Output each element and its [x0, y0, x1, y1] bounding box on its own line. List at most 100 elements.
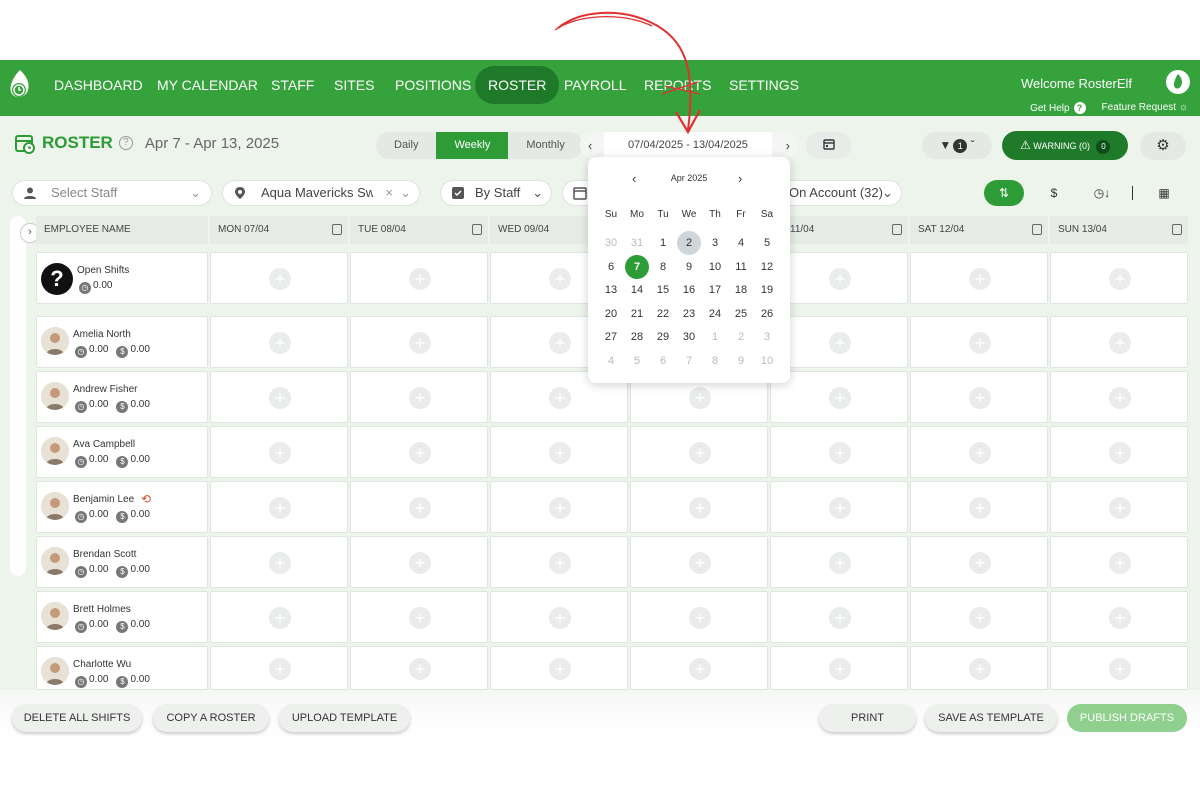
- nav-roster[interactable]: ROSTER: [475, 66, 560, 104]
- add-shift-icon[interactable]: +: [1109, 552, 1131, 574]
- add-shift-icon[interactable]: +: [409, 552, 431, 574]
- calendar-day[interactable]: 20: [599, 302, 623, 326]
- add-shift-icon[interactable]: +: [1109, 658, 1131, 680]
- add-shift-icon[interactable]: +: [549, 607, 571, 629]
- add-shift-icon[interactable]: +: [969, 442, 991, 464]
- feature-request-link[interactable]: Feature Request ☼: [1102, 102, 1188, 114]
- print-button[interactable]: PRINT: [819, 704, 916, 732]
- add-shift-icon[interactable]: +: [969, 387, 991, 409]
- shift-cell[interactable]: +: [910, 371, 1048, 423]
- calendar-day[interactable]: 25: [729, 302, 753, 326]
- add-shift-icon[interactable]: +: [969, 607, 991, 629]
- view-weekly-button[interactable]: Weekly: [436, 132, 509, 159]
- add-shift-icon[interactable]: +: [969, 658, 991, 680]
- shift-cell[interactable]: +: [490, 536, 628, 588]
- hours-sort-button[interactable]: ◷↓: [1082, 180, 1122, 206]
- shift-cell[interactable]: +: [210, 371, 348, 423]
- shift-cell[interactable]: +: [490, 646, 628, 690]
- add-shift-icon[interactable]: +: [829, 332, 851, 354]
- employee-row-label[interactable]: Andrew Fisher ◷ 0.00 $0.00: [36, 371, 208, 423]
- add-shift-icon[interactable]: +: [269, 442, 291, 464]
- nav-reports[interactable]: REPORTS: [631, 66, 724, 104]
- add-shift-icon[interactable]: +: [1109, 607, 1131, 629]
- calendar-day[interactable]: 27: [599, 325, 623, 349]
- calendar-day[interactable]: 10: [703, 255, 727, 279]
- add-shift-icon[interactable]: +: [829, 497, 851, 519]
- calendar-day[interactable]: 24: [703, 302, 727, 326]
- shift-cell[interactable]: +: [1050, 536, 1188, 588]
- nav-positions[interactable]: POSITIONS: [382, 66, 484, 104]
- nav-my-calendar[interactable]: MY CALENDAR: [144, 66, 271, 104]
- add-shift-icon[interactable]: +: [689, 497, 711, 519]
- nav-payroll[interactable]: PAYROLL: [551, 66, 640, 104]
- nav-staff[interactable]: STAFF: [258, 66, 327, 104]
- cost-toggle-button[interactable]: $: [1034, 180, 1074, 206]
- shift-cell[interactable]: +: [910, 591, 1048, 643]
- add-shift-icon[interactable]: +: [829, 552, 851, 574]
- shift-cell[interactable]: +: [210, 316, 348, 368]
- add-shift-icon[interactable]: +: [1109, 268, 1131, 290]
- shift-cell[interactable]: +: [1050, 591, 1188, 643]
- shift-cell[interactable]: +: [1050, 252, 1188, 304]
- save-template-button[interactable]: SAVE AS TEMPLATE: [925, 704, 1057, 732]
- shift-cell[interactable]: +: [210, 646, 348, 690]
- add-shift-icon[interactable]: +: [409, 268, 431, 290]
- publish-drafts-button[interactable]: PUBLISH DRAFTS: [1067, 704, 1187, 732]
- shift-cell[interactable]: +: [910, 481, 1048, 533]
- add-shift-icon[interactable]: +: [269, 497, 291, 519]
- user-avatar[interactable]: [1166, 70, 1190, 94]
- calendar-day[interactable]: 6: [599, 255, 623, 279]
- copy-day-icon[interactable]: [1032, 224, 1042, 235]
- calendar-day[interactable]: 28: [625, 325, 649, 349]
- shift-cell[interactable]: +: [770, 252, 908, 304]
- upload-template-button[interactable]: UPLOAD TEMPLATE: [279, 704, 410, 732]
- employee-row-label[interactable]: Charlotte Wu ◷ 0.00 $0.00: [36, 646, 208, 690]
- shift-cell[interactable]: +: [350, 316, 488, 368]
- employee-row-label[interactable]: Amelia North ◷ 0.00 $0.00: [36, 316, 208, 368]
- calendar-picker-button[interactable]: [806, 132, 852, 159]
- add-shift-icon[interactable]: +: [1109, 387, 1131, 409]
- shift-cell[interactable]: +: [490, 481, 628, 533]
- shift-cell[interactable]: +: [210, 481, 348, 533]
- calendar-day[interactable]: 13: [599, 278, 623, 302]
- calendar-view-button[interactable]: ▦: [1144, 180, 1184, 206]
- calendar-day[interactable]: 2: [729, 325, 753, 349]
- calendar-day[interactable]: 5: [625, 349, 649, 373]
- shift-cell[interactable]: +: [1050, 426, 1188, 478]
- next-week-icon[interactable]: ›: [786, 138, 790, 153]
- nav-dashboard[interactable]: DASHBOARD: [41, 66, 156, 104]
- add-shift-icon[interactable]: +: [269, 268, 291, 290]
- calendar-day[interactable]: 3: [755, 325, 779, 349]
- shift-cell[interactable]: +: [350, 252, 488, 304]
- copy-day-icon[interactable]: [892, 224, 902, 235]
- shift-cell[interactable]: +: [490, 426, 628, 478]
- calendar-day[interactable]: 11: [729, 255, 753, 279]
- employee-row-label[interactable]: Benjamin Lee ⟲ ◷ 0.00 $0.00: [36, 481, 208, 533]
- add-shift-icon[interactable]: +: [409, 387, 431, 409]
- add-shift-icon[interactable]: +: [689, 387, 711, 409]
- add-shift-icon[interactable]: +: [969, 332, 991, 354]
- add-shift-icon[interactable]: +: [969, 268, 991, 290]
- shift-cell[interactable]: +: [770, 426, 908, 478]
- calendar-day[interactable]: 1: [703, 325, 727, 349]
- clear-icon[interactable]: ×: [385, 181, 393, 205]
- shift-cell[interactable]: +: [1050, 481, 1188, 533]
- add-shift-icon[interactable]: +: [549, 332, 571, 354]
- add-shift-icon[interactable]: +: [689, 607, 711, 629]
- add-shift-icon[interactable]: +: [689, 552, 711, 574]
- copy-day-icon[interactable]: [1172, 224, 1182, 235]
- calendar-day[interactable]: 19: [755, 278, 779, 302]
- add-shift-icon[interactable]: +: [409, 658, 431, 680]
- calendar-day[interactable]: 12: [755, 255, 779, 279]
- shift-cell[interactable]: +: [350, 481, 488, 533]
- calendar-day[interactable]: 7: [625, 254, 649, 279]
- calendar-day[interactable]: 14: [625, 278, 649, 302]
- shift-cell[interactable]: +: [910, 252, 1048, 304]
- calendar-day[interactable]: 16: [677, 278, 701, 302]
- employee-row-label[interactable]: Ava Campbell ◷ 0.00 $0.00: [36, 426, 208, 478]
- add-shift-icon[interactable]: +: [1109, 497, 1131, 519]
- settings-button[interactable]: ⚙: [1140, 132, 1186, 160]
- rosterelf-logo-icon[interactable]: [6, 68, 34, 102]
- shift-cell[interactable]: +: [350, 536, 488, 588]
- add-shift-icon[interactable]: +: [549, 497, 571, 519]
